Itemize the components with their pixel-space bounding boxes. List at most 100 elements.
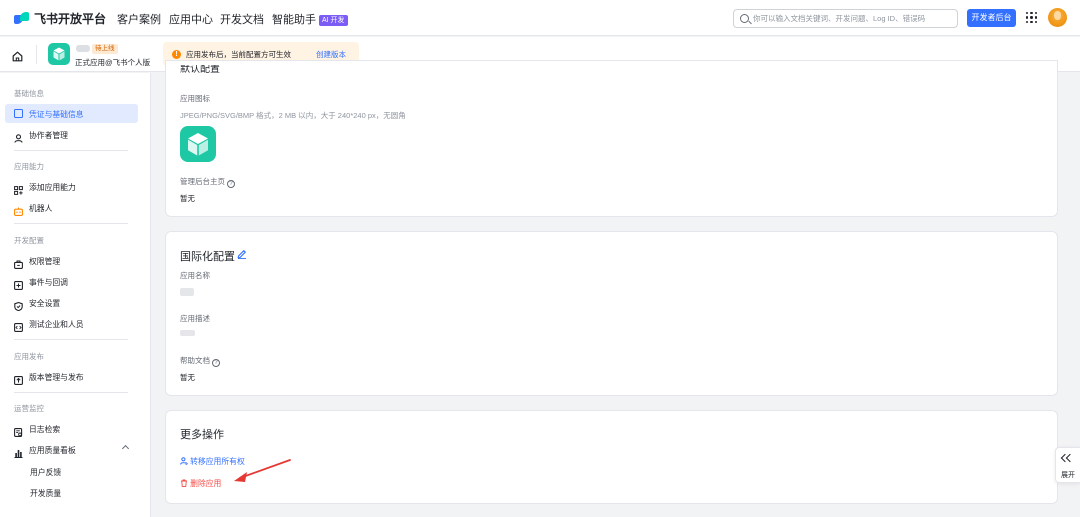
sidebar-item-events[interactable]: 事件与回调: [5, 272, 138, 291]
log-search-icon: [14, 424, 23, 437]
sidebar-item-bot[interactable]: 机器人: [5, 198, 138, 217]
create-version-link[interactable]: 创建版本: [316, 49, 346, 60]
logo-text: 飞书开放平台: [34, 12, 107, 26]
sidebar-item-add-capability[interactable]: 添加应用能力: [5, 177, 138, 196]
sidebar-item-label: 日志检索: [29, 425, 61, 434]
help-doc-label: 帮助文档?: [180, 355, 220, 367]
event-icon: [14, 277, 23, 290]
divider: [14, 223, 128, 224]
admin-home-value: 暂无: [180, 194, 195, 203]
sidebar-item-label: 添加应用能力: [29, 183, 76, 192]
user-icon: [14, 130, 23, 143]
trash-icon: [181, 479, 187, 487]
permission-icon: [14, 256, 23, 269]
app-grid-icon[interactable]: [1026, 12, 1037, 23]
sidebar-item-security[interactable]: 安全设置: [5, 293, 138, 312]
sidebar-item-label: 用户反馈: [30, 468, 62, 477]
transfer-user-icon: [180, 457, 189, 466]
dev-console-button[interactable]: 开发者后台: [967, 9, 1016, 27]
edit-pencil-icon[interactable]: [237, 249, 247, 259]
card-title: 国际化配置: [180, 251, 235, 263]
sidebar-item-label: 协作者管理: [29, 131, 68, 140]
chevron-up-icon[interactable]: [121, 444, 130, 453]
i18n-config-card: 国际化配置 应用名称 应用描述 帮助文档? 暂无: [165, 231, 1058, 396]
card-title-partial: 默认配置: [180, 65, 220, 74]
sidebar-item-log-search[interactable]: 日志检索: [5, 419, 138, 438]
help-question-icon[interactable]: ?: [227, 180, 235, 188]
app-desc-redacted: [180, 330, 195, 336]
sidebar-item-label: 测试企业和人员: [29, 320, 84, 329]
more-actions-card: 更多操作 转移应用所有权 删除应用: [165, 410, 1058, 504]
sidebar-item-quality-dashboard[interactable]: 应用质量看板: [5, 440, 138, 459]
cube-icon: [53, 47, 65, 61]
app-icon[interactable]: [48, 43, 70, 65]
sidebar-item-version-release[interactable]: 版本管理与发布: [5, 367, 138, 386]
sidebar-item-dev-quality[interactable]: 开发质量: [5, 483, 138, 502]
sidebar-item-collaborators[interactable]: 协作者管理: [5, 125, 138, 144]
annotation-arrow: [234, 459, 291, 482]
sidebar: 基础信息 凭证与基础信息 协作者管理 应用能力 添加应用能力 机器人 开发配置 …: [0, 73, 151, 517]
help-doc-value: 暂无: [180, 373, 195, 382]
divider: [14, 392, 128, 393]
nav-customer-cases[interactable]: 客户案例: [117, 11, 161, 27]
nav-smart-assistant-label: 智能助手: [272, 14, 316, 26]
search-input[interactable]: [753, 11, 953, 26]
sidebar-item-label: 应用质量看板: [29, 446, 76, 455]
card-title: 更多操作: [180, 429, 224, 441]
sidebar-item-label: 版本管理与发布: [29, 373, 84, 382]
app-subtitle: 正式应用@飞书个人版: [75, 58, 151, 67]
credentials-icon: [14, 109, 23, 118]
nav-dev-docs[interactable]: 开发文档: [220, 11, 264, 27]
sidebar-item-user-feedback[interactable]: 用户反馈: [5, 462, 138, 481]
app-icon-preview[interactable]: [180, 126, 216, 162]
section-title-capabilities: 应用能力: [14, 162, 44, 171]
basic-config-card: 默认配置 应用图标 JPEG/PNG/SVG/BMP 格式，2 MB 以内，大于…: [165, 60, 1058, 217]
sidebar-item-label: 安全设置: [29, 299, 61, 308]
section-title-basic: 基础信息: [14, 89, 44, 98]
home-icon[interactable]: [12, 49, 23, 62]
nav-smart-assistant[interactable]: 智能助手 AI 开发: [272, 11, 348, 27]
code-icon: [14, 319, 23, 332]
app-name-redacted: [76, 45, 90, 52]
expand-label: 展开: [1061, 472, 1075, 479]
delete-app-link[interactable]: 删除应用: [180, 478, 221, 489]
user-avatar[interactable]: [1048, 8, 1067, 27]
sidebar-item-label: 凭证与基础信息: [29, 110, 84, 119]
sidebar-item-test-tenants[interactable]: 测试企业和人员: [5, 314, 138, 333]
capability-grid-icon: [14, 182, 23, 195]
upload-icon: [14, 372, 23, 385]
feishu-logo-icon: [14, 11, 30, 26]
divider: [14, 150, 128, 151]
help-question-icon[interactable]: ?: [212, 359, 220, 367]
sidebar-item-label: 权限管理: [29, 257, 61, 266]
section-title-monitoring: 运营监控: [14, 404, 44, 413]
divider: [36, 45, 37, 64]
top-navigation-bar: 飞书开放平台 客户案例 应用中心 开发文档 智能助手AI 开发 开发者后台: [0, 0, 1080, 36]
app-name-redacted: [180, 288, 194, 296]
doc-search-box[interactable]: [733, 9, 958, 28]
expand-panel-button[interactable]: 展开: [1055, 447, 1080, 483]
notice-text: 应用发布后，当前配置方可生效: [186, 50, 291, 59]
bar-chart-icon: [14, 445, 23, 458]
search-icon: [740, 14, 749, 23]
divider: [14, 339, 128, 340]
status-badge: 待上线: [92, 44, 118, 54]
app-name-label: 应用名称: [180, 271, 210, 280]
app-icon-label: 应用图标: [180, 94, 210, 103]
sidebar-item-label: 事件与回调: [29, 278, 68, 287]
admin-home-label: 管理后台主页?: [180, 176, 235, 188]
sidebar-item-label: 机器人: [29, 204, 53, 213]
feishu-open-platform-logo[interactable]: 飞书开放平台: [14, 10, 106, 27]
app-icon-hint: JPEG/PNG/SVG/BMP 格式，2 MB 以内，大于 240*240 p…: [180, 111, 406, 120]
bot-icon: [14, 203, 23, 216]
ai-badge: AI 开发: [319, 15, 348, 26]
cube-icon: [188, 133, 208, 156]
nav-app-center[interactable]: 应用中心: [169, 11, 213, 27]
sidebar-item-permissions[interactable]: 权限管理: [5, 251, 138, 270]
sidebar-item-credentials[interactable]: 凭证与基础信息: [5, 104, 138, 123]
sidebar-item-label: 开发质量: [30, 489, 62, 498]
warning-icon: !: [172, 50, 181, 59]
shield-icon: [14, 298, 23, 312]
section-title-dev-config: 开发配置: [14, 236, 44, 245]
section-title-release: 应用发布: [14, 352, 44, 361]
